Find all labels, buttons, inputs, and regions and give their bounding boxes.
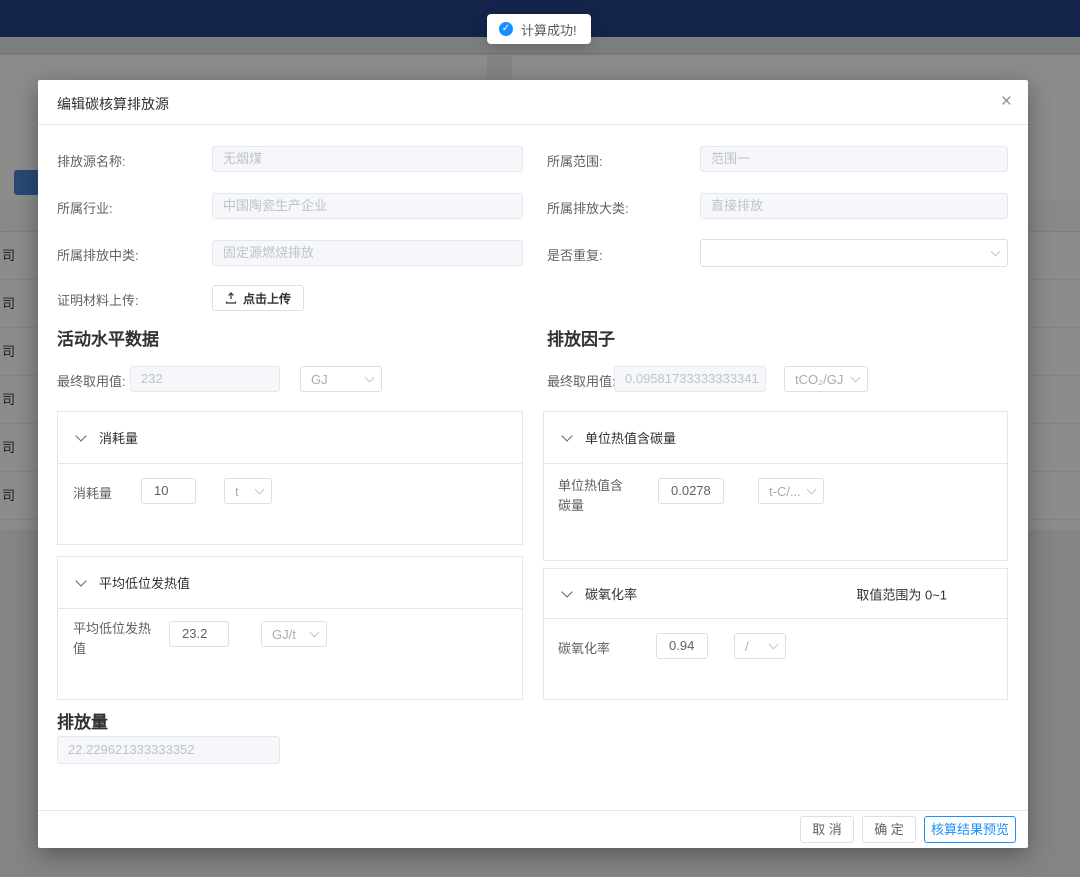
factor-unit-select: tCO₂/GJ xyxy=(784,366,868,392)
calorific-row-label: 平均低位发热值 xyxy=(73,619,155,659)
factor-final-input: 0.09581733333333341 xyxy=(614,366,766,392)
chevron-down-icon xyxy=(75,575,86,586)
middle-category-label: 所属排放中类: xyxy=(57,245,139,264)
chevron-down-icon xyxy=(851,372,861,382)
carbon-content-input[interactable]: 0.0278 xyxy=(658,478,724,504)
chevron-down-icon xyxy=(365,372,375,382)
carbon-content-unit-value: t-C/... xyxy=(769,484,801,499)
oxidation-row-label: 碳氧化率 xyxy=(558,639,610,659)
check-circle-icon: ✓ xyxy=(499,22,513,36)
factor-final-label: 最终取用值: xyxy=(547,371,616,390)
toast-message: 计算成功! xyxy=(521,20,577,39)
consumption-input[interactable]: 10 xyxy=(141,478,196,504)
carbon-content-row-label: 单位热值含碳量 xyxy=(558,476,630,516)
industry-label: 所属行业: xyxy=(57,198,113,217)
calorific-panel-header[interactable]: 平均低位发热值 xyxy=(58,557,522,609)
oxidation-range-hint: 取值范围为 0~1 xyxy=(856,584,947,603)
major-category-label: 所属排放大类: xyxy=(547,198,629,217)
source-name-label: 排放源名称: xyxy=(57,151,126,170)
chevron-down-icon xyxy=(75,430,86,441)
calorific-input[interactable]: 23.2 xyxy=(169,621,229,647)
cancel-button[interactable]: 取 消 xyxy=(800,816,854,843)
close-icon[interactable]: × xyxy=(1001,91,1012,113)
footer-divider xyxy=(38,810,1028,811)
activity-final-input: 232 xyxy=(130,366,280,392)
carbon-content-panel-title: 单位热值含碳量 xyxy=(585,428,676,447)
oxidation-panel-header[interactable]: 碳氧化率 取值范围为 0~1 xyxy=(544,569,1007,619)
oxidation-input[interactable]: 0.94 xyxy=(656,633,708,659)
middle-category-input: 固定源燃烧排放 xyxy=(212,240,523,266)
consumption-panel-title: 消耗量 xyxy=(99,428,138,447)
upload-label: 证明材料上传: xyxy=(57,290,139,309)
scope-label: 所属范围: xyxy=(547,151,603,170)
carbon-content-panel-header[interactable]: 单位热值含碳量 xyxy=(544,412,1007,464)
major-category-input: 直接排放 xyxy=(700,193,1008,219)
calorific-panel: 平均低位发热值 平均低位发热值 23.2 GJ/t xyxy=(57,556,523,700)
edit-emission-source-dialog: 编辑碳核算排放源 × 排放源名称: 无烟煤 所属范围: 范围一 所属行业: 中国… xyxy=(38,80,1028,848)
upload-button-label: 点击上传 xyxy=(243,290,291,307)
calorific-unit-value: GJ/t xyxy=(272,627,296,642)
activity-data-heading: 活动水平数据 xyxy=(57,325,159,350)
oxidation-unit-select: / xyxy=(734,633,786,659)
chevron-down-icon xyxy=(769,639,779,649)
calorific-unit-select: GJ/t xyxy=(261,621,327,647)
confirm-button[interactable]: 确 定 xyxy=(862,816,916,843)
dialog-header: 编辑碳核算排放源 × xyxy=(38,80,1028,125)
upload-button[interactable]: 点击上传 xyxy=(212,285,304,311)
chevron-down-icon xyxy=(310,627,320,637)
is-duplicate-label: 是否重复: xyxy=(547,245,603,264)
calorific-panel-title: 平均低位发热值 xyxy=(99,573,190,592)
dialog-title: 编辑碳核算排放源 xyxy=(57,94,169,114)
chevron-down-icon xyxy=(807,484,817,494)
is-duplicate-select[interactable] xyxy=(700,239,1008,267)
success-toast: ✓ 计算成功! xyxy=(487,14,591,44)
industry-input: 中国陶瓷生产企业 xyxy=(212,193,523,219)
consumption-panel-header[interactable]: 消耗量 xyxy=(58,412,522,464)
factor-unit-value: tCO₂/GJ xyxy=(795,372,843,387)
consumption-unit-select: t xyxy=(224,478,272,504)
chevron-down-icon xyxy=(561,430,572,441)
carbon-content-panel: 单位热值含碳量 单位热值含碳量 0.0278 t-C/... xyxy=(543,411,1008,561)
chevron-down-icon xyxy=(255,484,265,494)
consumption-row-label: 消耗量 xyxy=(73,484,112,504)
emission-factor-heading: 排放因子 xyxy=(547,325,615,350)
emission-value-input: 22.229621333333352 xyxy=(57,736,280,764)
activity-final-label: 最终取用值: xyxy=(57,371,126,390)
consumption-unit-value: t xyxy=(235,484,239,499)
preview-result-button[interactable]: 核算结果预览 xyxy=(924,816,1016,843)
carbon-content-unit-select: t-C/... xyxy=(758,478,824,504)
consumption-panel: 消耗量 消耗量 10 t xyxy=(57,411,523,545)
activity-unit-value: GJ xyxy=(311,372,328,387)
oxidation-panel-title: 碳氧化率 xyxy=(585,584,637,603)
activity-unit-select: GJ xyxy=(300,366,382,392)
scope-input: 范围一 xyxy=(700,146,1008,172)
emission-heading: 排放量 xyxy=(57,708,108,733)
oxidation-unit-value: / xyxy=(745,639,749,654)
upload-icon xyxy=(225,292,237,304)
source-name-input: 无烟煤 xyxy=(212,146,523,172)
oxidation-panel: 碳氧化率 取值范围为 0~1 碳氧化率 0.94 / xyxy=(543,568,1008,700)
chevron-down-icon xyxy=(561,586,572,597)
chevron-down-icon xyxy=(991,246,1001,256)
